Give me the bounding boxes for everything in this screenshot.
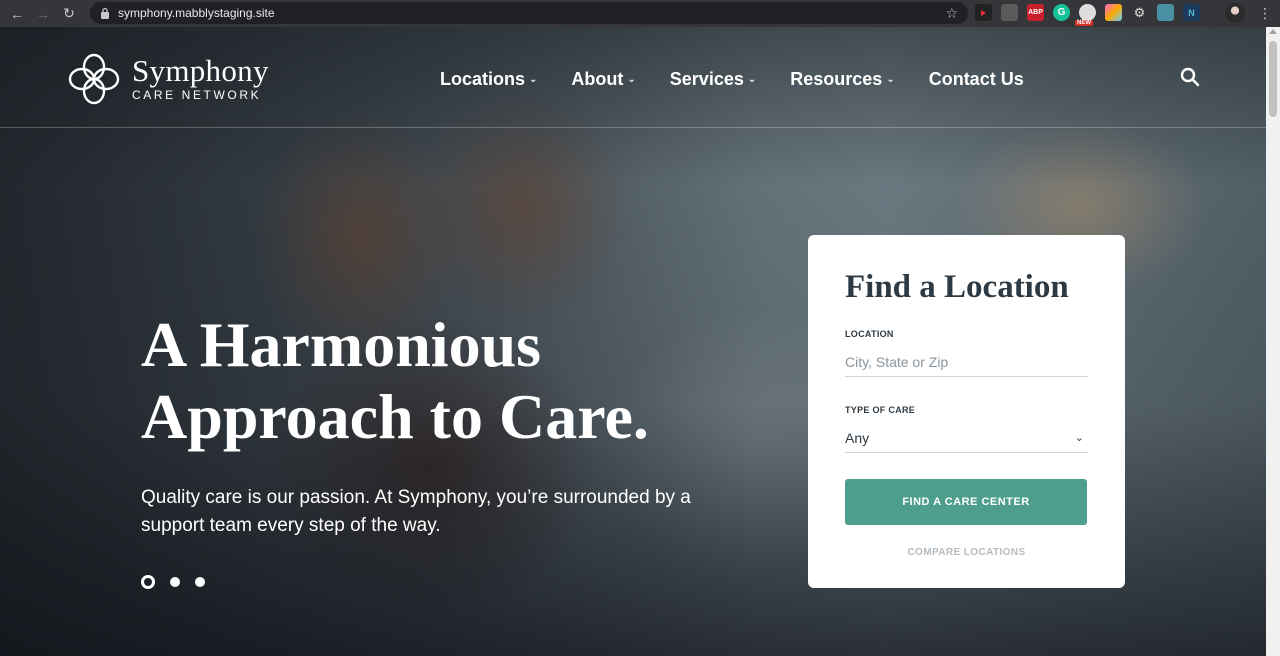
- hero-section: Symphony CARE NETWORK Locations ⌄ About ⌄ …: [0, 27, 1266, 656]
- slide-dot-3[interactable]: [195, 577, 205, 587]
- colorful-ext-icon[interactable]: [1105, 4, 1122, 21]
- find-care-center-button[interactable]: FIND A CARE CENTER: [845, 479, 1087, 525]
- page-scrollbar[interactable]: [1266, 27, 1280, 656]
- browser-toolbar: ← → ↻ symphony.mabblystaging.site ☆ ABP …: [0, 0, 1280, 27]
- site-logo[interactable]: Symphony CARE NETWORK: [66, 51, 269, 107]
- chevron-down-icon: ⌄: [627, 74, 636, 85]
- n-ext-label: N: [1188, 7, 1195, 18]
- type-of-care-value: Any: [845, 429, 870, 446]
- chevron-down-icon: ⌄: [747, 74, 757, 85]
- compare-locations-link[interactable]: COMPARE LOCATIONS: [845, 547, 1088, 558]
- extensions-bar: ABP G NEW ⚙ N: [975, 4, 1200, 26]
- find-location-title: Find a Location: [845, 269, 1069, 305]
- abp-label: ABP: [1028, 9, 1043, 16]
- brand-subtitle: CARE NETWORK: [132, 88, 262, 102]
- header-divider: [0, 127, 1266, 128]
- nav-label: Locations: [440, 69, 526, 89]
- new-badge: NEW: [1075, 20, 1093, 26]
- scroll-up-arrow-icon[interactable]: [1269, 29, 1277, 34]
- nav-locations[interactable]: Locations ⌄: [440, 69, 537, 90]
- type-of-care-label: TYPE OF CARE: [845, 405, 916, 415]
- nav-label: About: [571, 69, 624, 89]
- screenshot-ext-icon[interactable]: [1157, 4, 1174, 21]
- location-input[interactable]: [845, 353, 1088, 370]
- hero-headline: A Harmonious Approach to Care.: [141, 309, 649, 452]
- bookmark-star-icon[interactable]: ☆: [945, 5, 958, 22]
- new-badge-ext-icon[interactable]: NEW: [1075, 4, 1096, 26]
- profile-avatar[interactable]: [1225, 3, 1245, 23]
- slide-dot-2[interactable]: [170, 577, 180, 587]
- gear-ext-icon[interactable]: ⚙: [1131, 4, 1148, 21]
- chevron-down-icon: ⌄: [886, 74, 895, 85]
- menu-kebab-icon[interactable]: ⋮: [1258, 3, 1272, 23]
- address-bar[interactable]: symphony.mabblystaging.site ☆: [90, 2, 968, 24]
- reload-icon[interactable]: ↻: [56, 1, 82, 27]
- ext-icon[interactable]: [1001, 4, 1018, 21]
- n-ext-icon[interactable]: N: [1183, 4, 1200, 21]
- abp-icon[interactable]: ABP: [1027, 4, 1044, 21]
- main-navigation: Locations ⌄ About ⌄ Services ⌄ Resources ⌄ C…: [440, 69, 1058, 90]
- nav-resources[interactable]: Resources ⌄: [790, 69, 894, 90]
- hero-subtext: Quality care is our passion. At Symphony…: [141, 487, 691, 536]
- type-of-care-select[interactable]: Any ⌄: [845, 423, 1088, 453]
- url-text: symphony.mabblystaging.site: [118, 6, 275, 20]
- grammarly-icon[interactable]: G: [1053, 4, 1070, 21]
- brand-name: Symphony: [132, 53, 269, 88]
- slide-indicators: [141, 575, 205, 589]
- scroll-thumb[interactable]: [1269, 41, 1277, 117]
- slide-dot-1[interactable]: [141, 575, 155, 589]
- location-field: [845, 347, 1088, 377]
- grammarly-label: G: [1057, 7, 1066, 18]
- forward-arrow-icon[interactable]: →: [30, 1, 56, 27]
- lock-icon: [101, 7, 109, 19]
- back-arrow-icon[interactable]: ←: [4, 1, 30, 27]
- chevron-down-icon: ⌄: [529, 74, 538, 85]
- symphony-flower-icon: [68, 53, 120, 105]
- chevron-down-icon: ⌄: [1074, 432, 1084, 444]
- nav-label: Resources: [790, 69, 883, 89]
- nav-about[interactable]: About ⌄: [571, 69, 635, 90]
- nav-contact-us[interactable]: Contact Us: [929, 69, 1024, 90]
- nav-label: Contact Us: [928, 69, 1024, 89]
- find-location-card: Find a Location LOCATION TYPE OF CARE An…: [808, 235, 1125, 588]
- search-icon[interactable]: [1180, 67, 1200, 87]
- nav-services[interactable]: Services ⌄: [670, 69, 756, 90]
- nav-label: Services: [669, 69, 744, 89]
- youtube-icon[interactable]: [975, 4, 992, 21]
- location-label: LOCATION: [845, 329, 894, 339]
